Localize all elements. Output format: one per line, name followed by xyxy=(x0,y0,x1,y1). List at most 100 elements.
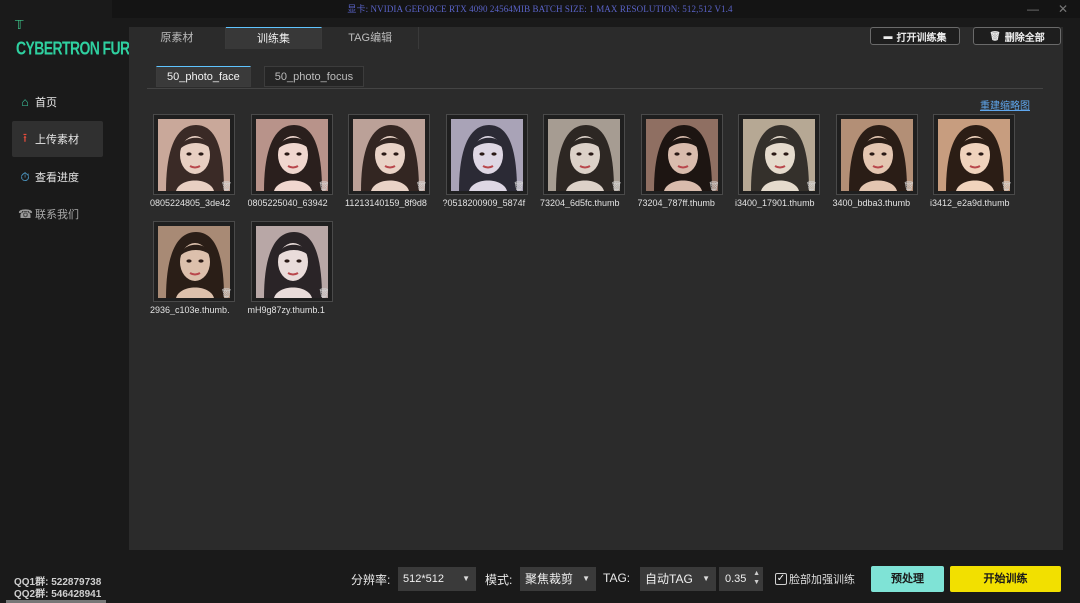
trash-icon: 🗑 xyxy=(989,30,1001,41)
chevron-down-icon: ▼ xyxy=(582,574,590,583)
thumbnail-frame[interactable]: 🗑 xyxy=(835,114,918,195)
resolution-select[interactable]: 512*512 ▼ xyxy=(398,567,476,591)
nav-item-label: 联系我们 xyxy=(35,209,79,221)
chevron-down-icon: ▼ xyxy=(702,574,710,583)
thumbnail-frame[interactable]: 🗑 xyxy=(153,114,235,195)
trash-icon[interactable]: 🗑 xyxy=(318,181,329,192)
open-training-set-label: 打开训练集 xyxy=(896,32,947,44)
divider xyxy=(147,88,1043,89)
thumbnail-item[interactable]: 🗑 ?0518200909_5874f xyxy=(443,114,528,219)
tab-source[interactable]: 原素材 xyxy=(129,27,226,49)
thumbnail-frame[interactable]: 🗑 xyxy=(153,221,235,302)
app-logo: 𝕋 CYBERTRON FURNACE xyxy=(14,18,167,59)
trash-icon[interactable]: 🗑 xyxy=(221,288,232,299)
checkbox-icon[interactable]: ✓ xyxy=(775,573,787,585)
thumbnail-filename: ?0518200909_5874f xyxy=(442,198,526,208)
trash-icon[interactable]: 🗑 xyxy=(513,181,524,192)
open-training-set-button[interactable]: ▬ 打开训练集 xyxy=(870,27,960,45)
thumbnail-item[interactable]: 🗑 i3412_e2a9d.thumb xyxy=(930,114,1015,219)
thumbnail-item[interactable]: 🗑 73204_787ff.thumb xyxy=(638,114,723,219)
thumbnail-item[interactable]: 🗑 2936_c103e.thumb. xyxy=(150,221,235,326)
subtab-face[interactable]: 50_photo_face xyxy=(156,66,251,87)
thumbnail-frame[interactable]: 🗑 xyxy=(640,114,723,195)
trash-icon[interactable]: 🗑 xyxy=(708,181,719,192)
nav-item-label: 查看进度 xyxy=(35,172,79,184)
thumbnail-item[interactable]: 🗑 mH9g87zy.thumb.1 xyxy=(248,221,333,326)
trash-icon[interactable]: 🗑 xyxy=(611,181,622,192)
mode-label: 模式: xyxy=(485,573,513,587)
resolution-value: 512*512 xyxy=(403,573,444,585)
resolution-label: 分辨率: xyxy=(351,573,391,587)
tab-training-set[interactable]: 训练集 xyxy=(225,27,323,49)
threshold-value: 0.35 xyxy=(725,573,747,585)
nav-item-upload[interactable]: ⭱ 上传素材 xyxy=(12,121,103,157)
face-enhance-label: 脸部加强训练 xyxy=(789,574,855,586)
nav-item-progress[interactable]: ⏱ 查看进度 xyxy=(12,159,103,195)
top-tab-bar: 原素材 训练集 TAG编辑 xyxy=(129,27,420,49)
thumbnail-frame[interactable]: 🗑 xyxy=(738,114,820,195)
thumbnail-filename: 2936_c103e.thumb. xyxy=(150,305,230,315)
thumbnail-frame[interactable]: 🗑 xyxy=(348,114,430,195)
face-enhance-checkbox[interactable]: ✓ 脸部加强训练 xyxy=(775,571,855,587)
portrait-image xyxy=(450,119,523,191)
delete-all-button[interactable]: 🗑 删除全部 xyxy=(973,27,1061,45)
portrait-image xyxy=(255,119,328,191)
threshold-spinbox[interactable]: 0.35 ▲ ▼ xyxy=(719,567,763,591)
folder-icon: ▬ xyxy=(883,31,893,41)
thumbnail-frame[interactable]: 🗑 xyxy=(445,114,528,195)
thumbnail-filename: 0805224805_3de42 xyxy=(150,198,231,208)
nav-item-label: 首页 xyxy=(35,97,57,109)
thumbnail-frame[interactable]: 🗑 xyxy=(250,221,333,302)
rebuild-thumbnails-link[interactable]: 重建缩略图 xyxy=(980,97,1030,112)
portrait-image xyxy=(938,119,1010,191)
thumbnail-filename: i3412_e2a9d.thumb xyxy=(930,198,1010,208)
subfolder-tabs: 50_photo_face 50_photo_focus xyxy=(156,66,365,87)
minimize-button[interactable]: — xyxy=(1022,0,1044,18)
nav-item-home[interactable]: ⌂ 首页 xyxy=(12,84,103,120)
trash-icon[interactable]: 🗑 xyxy=(318,288,329,299)
trash-icon[interactable]: 🗑 xyxy=(1001,181,1012,192)
portrait-image xyxy=(840,119,913,191)
bottom-toolbar: 分辨率: 512*512 ▼ 模式: 聚焦裁剪 ▼ TAG: 自动TAG ▼ 0… xyxy=(0,555,1080,603)
delete-all-label: 删除全部 xyxy=(1004,32,1045,44)
portrait-image xyxy=(743,119,815,191)
close-button[interactable]: ✕ xyxy=(1052,0,1074,18)
contact-icon: ☎ xyxy=(18,207,33,221)
tag-select[interactable]: 自动TAG ▼ xyxy=(640,567,716,591)
thumbnail-item[interactable]: 🗑 0805224805_3de42 xyxy=(150,114,235,219)
subtab-focus[interactable]: 50_photo_focus xyxy=(263,66,365,87)
progress-icon: ⏱ xyxy=(20,169,30,184)
upload-icon: ⭱ xyxy=(22,130,28,145)
thumbnail-item[interactable]: 🗑 73204_6d5fc.thumb xyxy=(540,114,625,219)
start-training-button[interactable]: 开始训练 xyxy=(950,566,1061,592)
thumbnail-item[interactable]: 🗑 11213140159_8f9d8 xyxy=(345,114,430,219)
thumbnail-filename: i3400_17901.thumb xyxy=(735,198,815,208)
portrait-image xyxy=(158,119,230,191)
nav-item-contact[interactable]: ☎ 联系我们 xyxy=(12,196,103,232)
trash-icon[interactable]: 🗑 xyxy=(903,181,914,192)
title-bar: 显卡: NVIDIA GEFORCE RTX 4090 24564MIB BAT… xyxy=(0,0,1080,18)
tag-label: TAG: xyxy=(603,571,631,585)
spinner-arrows-icon[interactable]: ▲ ▼ xyxy=(753,569,760,587)
portrait-image xyxy=(158,226,230,298)
logo-mark-icon: 𝕋 xyxy=(15,18,24,32)
thumbnail-filename: 73204_787ff.thumb xyxy=(637,198,715,208)
thumbnail-item[interactable]: 🗑 0805225040_63942 xyxy=(248,114,333,219)
portrait-image xyxy=(255,226,328,298)
thumbnail-frame[interactable]: 🗑 xyxy=(933,114,1015,195)
chevron-down-icon: ▼ xyxy=(462,574,470,583)
trash-icon[interactable]: 🗑 xyxy=(416,181,427,192)
thumbnail-frame[interactable]: 🗑 xyxy=(543,114,625,195)
sidebar: 𝕋 CYBERTRON FURNACE ⌂ 首页 ⭱ 上传素材 ⏱ 查看进度 ☎… xyxy=(0,0,167,603)
preprocess-button[interactable]: 预处理 xyxy=(871,566,944,592)
portrait-image xyxy=(645,119,718,191)
thumbnail-filename: mH9g87zy.thumb.1 xyxy=(247,305,325,315)
thumbnail-item[interactable]: 🗑 i3400_17901.thumb xyxy=(735,114,820,219)
mode-value: 聚焦裁剪 xyxy=(525,572,574,586)
thumbnail-frame[interactable]: 🗑 xyxy=(250,114,333,195)
mode-select[interactable]: 聚焦裁剪 ▼ xyxy=(520,567,596,591)
tab-tag-edit[interactable]: TAG编辑 xyxy=(322,27,420,49)
trash-icon[interactable]: 🗑 xyxy=(221,181,232,192)
trash-icon[interactable]: 🗑 xyxy=(806,181,817,192)
thumbnail-item[interactable]: 🗑 3400_bdba3.thumb xyxy=(833,114,918,219)
